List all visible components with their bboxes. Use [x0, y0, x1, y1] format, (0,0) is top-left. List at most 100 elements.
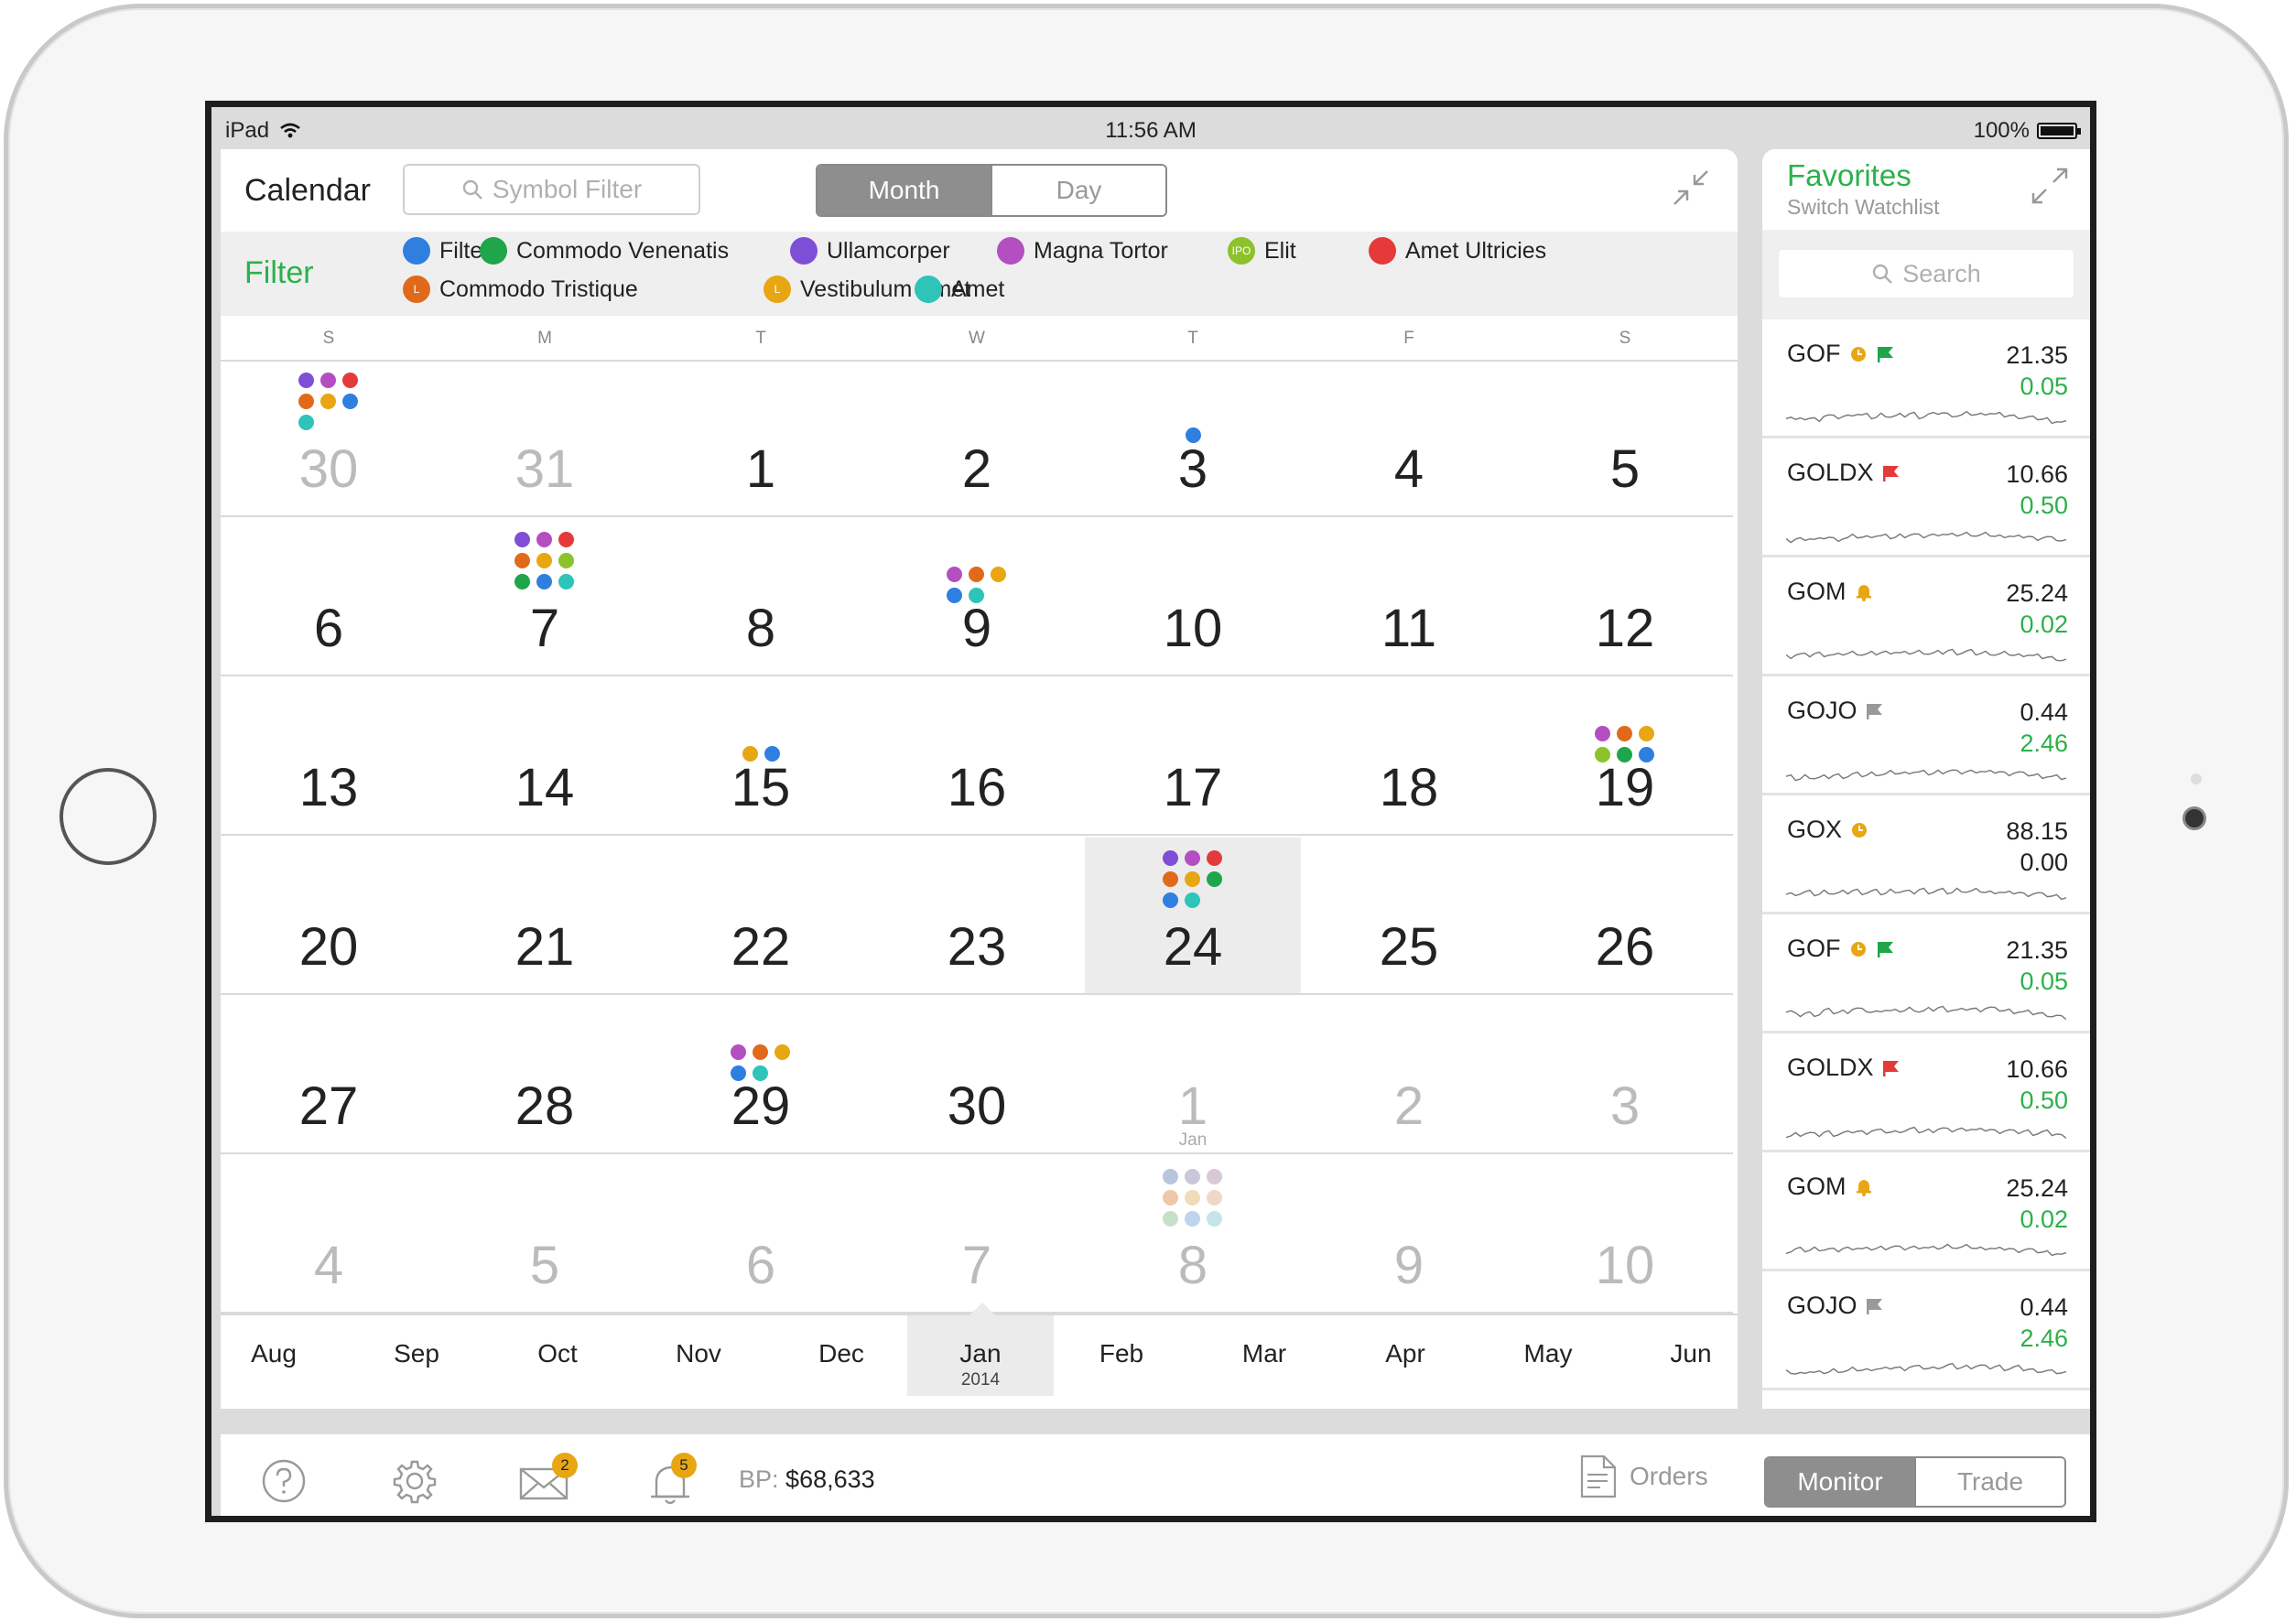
messages-button[interactable]: 2 — [519, 1453, 578, 1504]
day-cell[interactable]: 3 — [1085, 360, 1301, 517]
watchlist-row[interactable]: GOF 21.35 0.05 — [1762, 319, 2090, 438]
day-cell[interactable]: 6 — [653, 1156, 869, 1314]
day-cell[interactable]: 6 — [221, 519, 437, 676]
day-cell[interactable]: 4 — [221, 1156, 437, 1314]
watchlist-search-input[interactable]: Search — [1777, 248, 2075, 299]
alerts-button[interactable]: 5 — [647, 1453, 702, 1509]
day-cell[interactable]: 30 — [869, 997, 1085, 1154]
help-icon[interactable] — [261, 1458, 307, 1504]
month-tab[interactable]: Sep — [348, 1339, 485, 1368]
day-cell[interactable]: 19 — [1517, 678, 1733, 836]
day-cell[interactable]: 21 — [437, 838, 653, 995]
day-cell[interactable]: 26 — [1517, 838, 1733, 995]
day-cell[interactable]: 2 — [1301, 997, 1517, 1154]
day-cell[interactable]: 27 — [221, 997, 437, 1154]
collapse-icon[interactable] — [1671, 168, 1711, 208]
filter-chip[interactable]: Ullamcorper — [790, 237, 950, 265]
day-cell[interactable]: 5 — [437, 1156, 653, 1314]
day-cell[interactable]: 11 — [1301, 519, 1517, 676]
day-cell[interactable]: 4 — [1301, 360, 1517, 517]
day-cell[interactable]: 28 — [437, 997, 653, 1154]
filter-label[interactable]: Filter — [244, 255, 314, 291]
home-button[interactable] — [60, 768, 157, 865]
event-dot — [298, 373, 314, 388]
day-cell[interactable]: 17 — [1085, 678, 1301, 836]
settings-gear-icon[interactable] — [392, 1458, 438, 1504]
day-cell[interactable]: 1 — [653, 360, 869, 517]
switch-watchlist-link[interactable]: Switch Watchlist — [1787, 195, 1940, 220]
day-cell[interactable]: 9 — [1301, 1156, 1517, 1314]
trade-button[interactable]: Trade — [1914, 1458, 2064, 1506]
filter-chip[interactable]: L Commodo Tristique — [403, 276, 638, 303]
day-cell[interactable]: 25 — [1301, 838, 1517, 995]
ipo-icon: IPO — [1228, 237, 1255, 265]
watchlist-search-area: Search — [1762, 230, 2090, 319]
watchlist-row[interactable]: GOLDX 10.66 0.50 — [1762, 1033, 2090, 1152]
weekday-label: S — [1619, 329, 1631, 348]
day-cell[interactable]: 8 — [653, 519, 869, 676]
expand-icon[interactable] — [2030, 166, 2070, 206]
day-cell[interactable]: 3 — [1517, 997, 1733, 1154]
monitor-button[interactable]: Monitor — [1766, 1458, 1914, 1506]
day-cell[interactable]: 13 — [221, 678, 437, 836]
event-dot — [558, 574, 574, 589]
day-cell[interactable]: 7 — [437, 519, 653, 676]
month-tab[interactable]: Jan 2014 — [907, 1303, 1054, 1396]
day-cell[interactable]: 10 — [1517, 1156, 1733, 1314]
orders-button[interactable]: Orders — [1578, 1453, 1708, 1500]
filter-chip[interactable]: Amet Ultricies — [1369, 237, 1546, 265]
day-cell[interactable]: 14 — [437, 678, 653, 836]
month-tab[interactable]: Mar — [1196, 1339, 1333, 1368]
filter-chip[interactable]: Filter — [403, 237, 491, 265]
watchlist-row[interactable]: GOJO 0.44 2.46 — [1762, 1271, 2090, 1390]
watchlist-row[interactable]: GOLDX 10.66 0.50 — [1762, 438, 2090, 557]
day-cell[interactable]: 23 — [869, 838, 1085, 995]
event-dot — [1207, 1169, 1222, 1184]
watchlist-row[interactable]: GOF 21.35 0.05 — [1762, 914, 2090, 1033]
watchlist-row[interactable]: GOX 88.15 0.00 — [1762, 795, 2090, 914]
month-tab[interactable]: Dec — [773, 1339, 910, 1368]
day-cell[interactable]: 29 — [653, 997, 869, 1154]
day-cell[interactable]: 15 — [653, 678, 869, 836]
day-cell[interactable]: 20 — [221, 838, 437, 995]
event-dot — [320, 373, 336, 388]
month-view-button[interactable]: Month — [818, 166, 991, 215]
day-cell[interactable]: 8 — [1085, 1156, 1301, 1314]
event-dot — [774, 1044, 790, 1060]
day-view-button[interactable]: Day — [991, 166, 1165, 215]
filter-chip[interactable]: Magna Tortor — [997, 237, 1168, 265]
filter-chip[interactable]: IPO Elit — [1228, 237, 1296, 265]
weekday-label: M — [537, 329, 552, 348]
watchlist-row[interactable]: GOM 25.24 0.02 — [1762, 1152, 2090, 1271]
month-tab[interactable]: Jun — [1622, 1339, 1738, 1368]
month-tab[interactable]: Feb — [1053, 1339, 1190, 1368]
event-dot — [1207, 1211, 1222, 1227]
day-cell[interactable]: 30 — [221, 360, 437, 517]
day-cell[interactable]: 16 — [869, 678, 1085, 836]
watchlist-row[interactable]: GOJO 0.44 2.46 — [1762, 676, 2090, 795]
day-cell[interactable]: 7 — [869, 1156, 1085, 1314]
day-cell[interactable]: 10 — [1085, 519, 1301, 676]
day-cell[interactable]: 2 — [869, 360, 1085, 517]
day-cell[interactable]: 9 — [869, 519, 1085, 676]
watchlist-title[interactable]: Favorites — [1787, 158, 1912, 193]
month-tab[interactable]: Oct — [489, 1339, 626, 1368]
month-tab[interactable]: May — [1479, 1339, 1617, 1368]
day-cell[interactable]: 5 — [1517, 360, 1733, 517]
bp-label: BP: — [739, 1465, 779, 1493]
symbol-filter-input[interactable]: Symbol Filter — [403, 164, 700, 215]
month-tab[interactable]: Aug — [221, 1339, 342, 1368]
filter-chip[interactable]: Amet — [915, 276, 1004, 303]
day-cell[interactable]: 31 — [437, 360, 653, 517]
day-cell[interactable]: 1 Jan — [1085, 997, 1301, 1154]
day-cell[interactable]: 24 — [1085, 838, 1301, 995]
day-cell[interactable]: 12 — [1517, 519, 1733, 676]
watchlist-row[interactable]: GOM 25.24 0.02 — [1762, 557, 2090, 676]
filter-chip[interactable]: Commodo Venenatis — [480, 237, 729, 265]
month-tab[interactable]: Nov — [630, 1339, 767, 1368]
month-tab[interactable]: Apr — [1337, 1339, 1474, 1368]
month-label: Nov — [676, 1339, 721, 1368]
day-cell[interactable]: 22 — [653, 838, 869, 995]
filter-chip-label: Amet Ultricies — [1405, 237, 1547, 264]
day-cell[interactable]: 18 — [1301, 678, 1517, 836]
